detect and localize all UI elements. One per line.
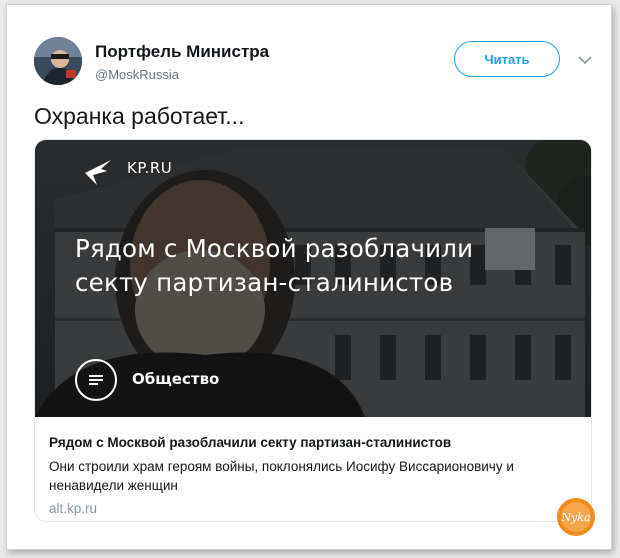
tweet-embed: Портфель Министра @MoskRussia Читать Охр… (6, 4, 612, 550)
chevron-down-icon[interactable] (577, 53, 593, 67)
headline-line-2: секту партизан-сталинистов (75, 268, 454, 297)
author-name[interactable]: Портфель Министра (95, 42, 269, 62)
card-domain: alt.kp.ru (49, 501, 98, 516)
card-title[interactable]: Рядом с Москвой разоблачили секту партиз… (49, 434, 579, 452)
kp-brand-label: KP.RU (127, 159, 173, 177)
follow-button[interactable]: Читать (454, 41, 560, 77)
rubric-label: Общество (132, 370, 220, 388)
card-image-headline: Рядом с Москвой разоблачили секту партиз… (75, 232, 545, 300)
author-handle[interactable]: @MoskRussia (95, 67, 179, 82)
avatar[interactable] (34, 37, 82, 85)
card-body: Рядом с Москвой разоблачили секту партиз… (49, 434, 579, 518)
headline-line-1: Рядом с Москвой разоблачили (75, 234, 474, 263)
watermark-logo: Nyka (556, 497, 596, 537)
kp-bird-logo-icon (83, 157, 113, 187)
card-image[interactable]: KP.RU Рядом с Москвой разоблачили секту … (35, 140, 591, 417)
list-lines-icon (75, 359, 117, 401)
card-description: Они строили храм героям войны, поклоняли… (49, 459, 514, 493)
watermark-text: Nyka (560, 511, 590, 524)
tweet-text: Охранка работает... (34, 103, 245, 129)
link-card[interactable]: KP.RU Рядом с Москвой разоблачили секту … (34, 139, 592, 522)
